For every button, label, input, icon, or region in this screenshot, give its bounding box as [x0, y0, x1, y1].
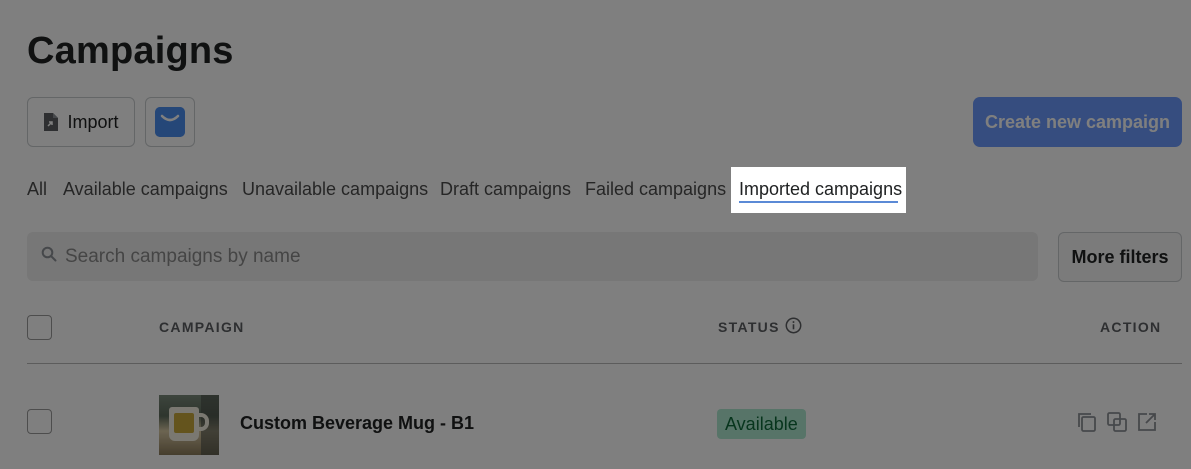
file-import-icon — [44, 113, 59, 131]
external-link-icon[interactable] — [1136, 411, 1158, 433]
more-filters-button[interactable]: More filters — [1058, 232, 1182, 282]
import-button-label: Import — [67, 111, 119, 132]
select-all-checkbox[interactable] — [27, 315, 52, 340]
column-header-action: ACTION — [1100, 319, 1162, 335]
tab-all[interactable]: All — [27, 179, 47, 200]
table-divider — [27, 363, 1182, 364]
tab-available[interactable]: Available campaigns — [63, 179, 228, 200]
store-logo-icon — [155, 107, 185, 137]
page-title: Campaigns — [27, 30, 234, 72]
search-icon — [41, 246, 57, 262]
copy-icon[interactable] — [1076, 411, 1098, 433]
search-input[interactable] — [65, 232, 1025, 281]
campaigns-page: Campaigns Import Create new campaign All… — [0, 0, 1191, 469]
info-icon[interactable] — [785, 317, 802, 334]
column-header-status: STATUS — [718, 319, 780, 335]
tab-unavailable[interactable]: Unavailable campaigns — [242, 179, 428, 200]
column-header-campaign: CAMPAIGN — [159, 319, 245, 335]
active-tab-indicator — [739, 201, 898, 203]
search-bar — [27, 232, 1038, 281]
campaign-name[interactable]: Custom Beverage Mug - B1 — [240, 413, 474, 434]
campaign-thumbnail[interactable] — [159, 395, 219, 455]
layers-copy-icon[interactable] — [1106, 411, 1128, 433]
row-checkbox[interactable] — [27, 409, 52, 434]
tab-draft[interactable]: Draft campaigns — [440, 179, 571, 200]
status-badge: Available — [717, 409, 806, 439]
import-button[interactable]: Import — [27, 97, 135, 147]
tab-imported[interactable]: Imported campaigns — [739, 179, 902, 200]
create-campaign-button[interactable]: Create new campaign — [973, 97, 1182, 147]
store-button[interactable] — [145, 97, 195, 147]
tab-failed[interactable]: Failed campaigns — [585, 179, 726, 200]
